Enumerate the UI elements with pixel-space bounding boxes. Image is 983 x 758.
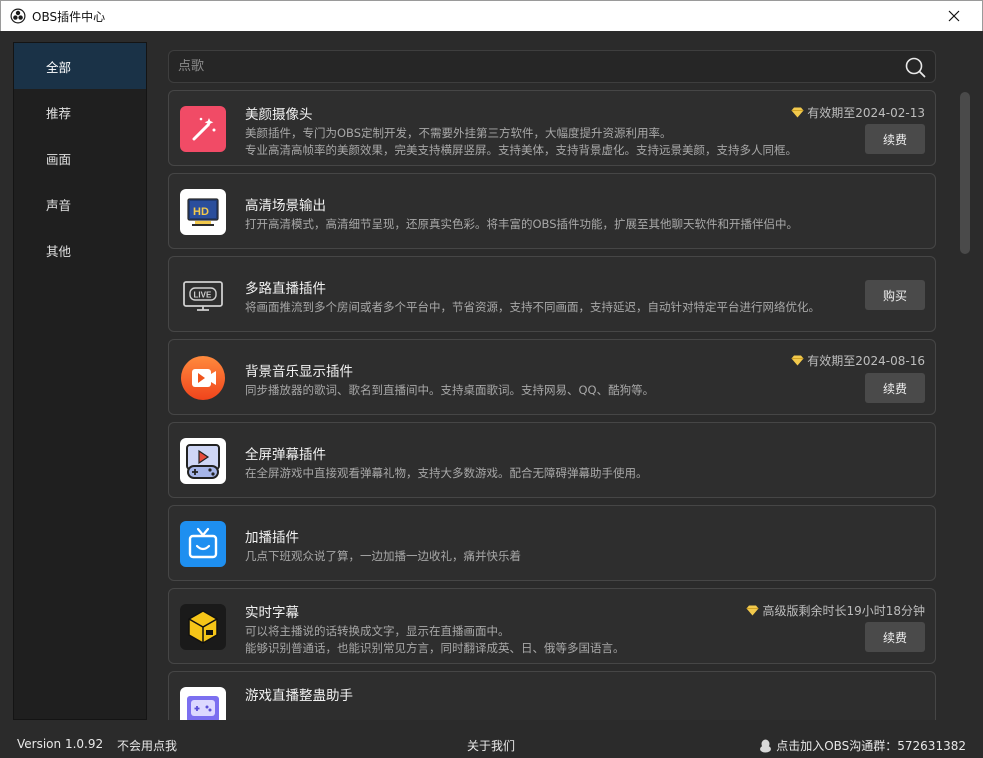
help-link[interactable]: 不会用点我 xyxy=(117,737,177,754)
plugin-description: 打开高清模式，高清细节呈现，还原真实色彩。将丰富的OBS插件功能，扩展至其他聊天… xyxy=(245,217,799,231)
sidebar-item-all[interactable]: 全部 xyxy=(14,43,146,89)
expiry-text: 有效期至2024-02-13 xyxy=(807,106,925,120)
hd-monitor-icon: HD xyxy=(180,189,226,235)
plugin-name: 加播插件 xyxy=(245,530,299,546)
expiry-badge: 有效期至2024-02-13 xyxy=(791,104,925,121)
sidebar-item-label: 其他 xyxy=(46,243,72,259)
plugin-center: 全部 推荐 画面 声音 其他 美颜摄像头 美颜插件，专门为OBS定制开发 xyxy=(1,31,982,758)
window-title: OBS插件中心 xyxy=(32,9,106,24)
obs-logo-icon xyxy=(10,8,26,24)
plugin-description: 可以将主播说的话转换成文字，显示在直播画面中。 xyxy=(245,624,510,638)
renew-button[interactable]: 续费 xyxy=(865,622,925,652)
search-icon[interactable] xyxy=(904,56,926,78)
plugin-name: 实时字幕 xyxy=(245,605,299,621)
gamepad-screen-icon xyxy=(180,438,226,484)
plugin-description: 美颜插件，专门为OBS定制开发，不需要外挂第三方软件，大幅度提升资源利用率。 xyxy=(245,126,672,140)
sidebar-item-other[interactable]: 其他 xyxy=(14,227,146,273)
plugin-description: 能够识别普通话，也能识别常见方言，同时翻译成英、日、俄等多国语言。 xyxy=(245,641,625,655)
plugin-card[interactable]: 加播插件 几点下班观众说了算，一边加播一边收礼，痛并快乐着 xyxy=(168,505,936,581)
plugin-name: 背景音乐显示插件 xyxy=(245,364,353,380)
status-bar: Version 1.0.92 不会用点我 关于我们 点击加入OBS沟通群：572… xyxy=(1,730,982,758)
plugin-card[interactable]: 背景音乐显示插件 同步播放器的歌词、歌名到直播间中。支持桌面歌词。支持网易、QQ… xyxy=(168,339,936,415)
sidebar-item-audio[interactable]: 声音 xyxy=(14,181,146,227)
subtitle-box-icon xyxy=(180,604,226,650)
video-play-icon xyxy=(180,355,226,401)
plugin-description: 专业高清高帧率的美颜效果，完美支持横屏竖屏。支持美体，支持背景虚化。支持远景美颜… xyxy=(245,143,797,157)
plugin-card[interactable]: LIVE 多路直播插件 将画面推流到多个房间或者多个平台中，节省资源，支持不同画… xyxy=(168,256,936,332)
join-group-text: 点击加入OBS沟通群：572631382 xyxy=(776,739,966,753)
plugin-card[interactable]: 游戏直播整蛊助手 xyxy=(168,671,936,720)
sidebar-item-label: 声音 xyxy=(46,197,72,213)
scrollbar[interactable] xyxy=(960,92,970,254)
plugin-name: 高清场景输出 xyxy=(245,198,326,214)
plugin-description: 将画面推流到多个房间或者多个平台中，节省资源，支持不同画面，支持延迟，自动针对特… xyxy=(245,300,820,314)
sidebar-item-label: 画面 xyxy=(46,151,72,167)
buy-button[interactable]: 购买 xyxy=(865,280,925,310)
sidebar-item-recommended[interactable]: 推荐 xyxy=(14,89,146,135)
close-icon xyxy=(948,10,960,22)
title-bar: OBS插件中心 xyxy=(0,0,983,31)
plugin-name: 美颜摄像头 xyxy=(245,107,313,123)
plugin-description: 在全屏游戏中直接观看弹幕礼物，支持大多数游戏。配合无障碍弹幕助手使用。 xyxy=(245,466,648,480)
plugin-description: 同步播放器的歌词、歌名到直播间中。支持桌面歌词。支持网易、QQ、酷狗等。 xyxy=(245,383,655,397)
close-button[interactable] xyxy=(944,6,964,26)
plugin-card[interactable]: 全屏弹幕插件 在全屏游戏中直接观看弹幕礼物，支持大多数游戏。配合无障碍弹幕助手使… xyxy=(168,422,936,498)
expiry-badge: 有效期至2024-08-16 xyxy=(791,352,925,369)
gift-tv-icon xyxy=(180,521,226,567)
plugin-card[interactable]: HD 高清场景输出 打开高清模式，高清细节呈现，还原真实色彩。将丰富的OBS插件… xyxy=(168,173,936,249)
plugin-list: 美颜摄像头 美颜插件，专门为OBS定制开发，不需要外挂第三方软件，大幅度提升资源… xyxy=(168,90,938,720)
diamond-icon xyxy=(791,107,804,118)
plugin-card[interactable]: 美颜摄像头 美颜插件，专门为OBS定制开发，不需要外挂第三方软件，大幅度提升资源… xyxy=(168,90,936,166)
sidebar-item-video[interactable]: 画面 xyxy=(14,135,146,181)
svg-text:LIVE: LIVE xyxy=(194,291,212,300)
diamond-icon xyxy=(746,605,759,616)
plugin-card[interactable]: 实时字幕 可以将主播说的话转换成文字，显示在直播画面中。 能够识别普通话，也能识… xyxy=(168,588,936,664)
plugin-description: 几点下班观众说了算，一边加播一边收礼，痛并快乐着 xyxy=(245,549,521,563)
version-label: Version 1.0.92 xyxy=(17,737,104,751)
expiry-text: 有效期至2024-08-16 xyxy=(807,354,925,368)
expiry-badge: 高级版剩余时长19小时18分钟 xyxy=(746,602,925,619)
plugin-name: 游戏直播整蛊助手 xyxy=(245,688,353,704)
expiry-text: 高级版剩余时长19小时18分钟 xyxy=(762,604,925,618)
plugin-name: 全屏弹幕插件 xyxy=(245,447,326,463)
renew-button[interactable]: 续费 xyxy=(865,124,925,154)
search-bar xyxy=(168,50,936,83)
join-group-link[interactable]: 点击加入OBS沟通群：572631382 xyxy=(759,737,966,754)
renew-button[interactable]: 续费 xyxy=(865,373,925,403)
sidebar: 全部 推荐 画面 声音 其他 xyxy=(13,42,147,720)
live-tv-icon: LIVE xyxy=(180,272,226,318)
search-input[interactable] xyxy=(178,59,878,74)
sidebar-item-label: 全部 xyxy=(46,59,72,75)
about-link[interactable]: 关于我们 xyxy=(467,737,515,754)
game-controller-icon xyxy=(180,687,226,720)
diamond-icon xyxy=(791,355,804,366)
qq-penguin-icon xyxy=(760,739,772,752)
plugin-name: 多路直播插件 xyxy=(245,281,326,297)
svg-text:HD: HD xyxy=(193,206,209,218)
magic-wand-icon xyxy=(180,106,226,152)
sidebar-item-label: 推荐 xyxy=(46,105,72,121)
